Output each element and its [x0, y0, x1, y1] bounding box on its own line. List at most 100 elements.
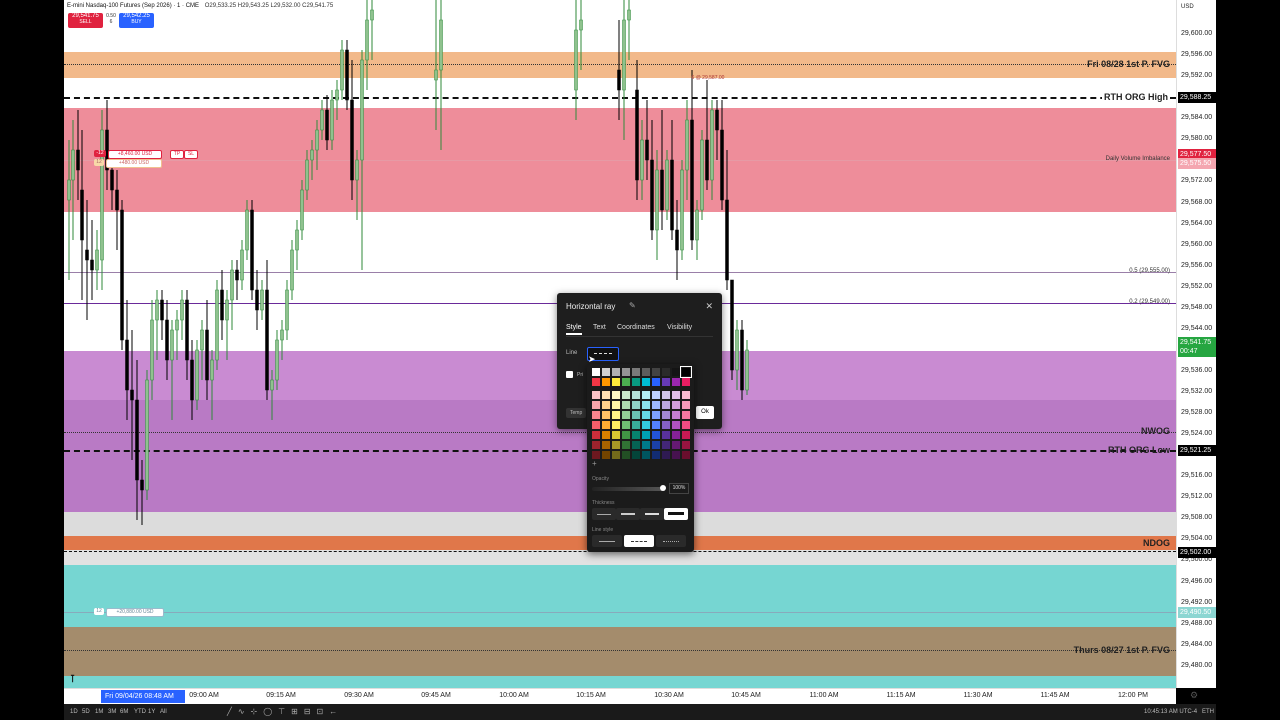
range-button[interactable]: 1M	[95, 709, 103, 715]
add-custom-color-button[interactable]: +	[592, 459, 597, 468]
color-swatch[interactable]	[622, 421, 630, 429]
color-swatch[interactable]	[642, 441, 650, 449]
color-swatch[interactable]	[642, 391, 650, 399]
settings-gear-icon[interactable]: ⚙	[1190, 690, 1198, 701]
line-style-solid-button[interactable]	[592, 535, 622, 547]
color-swatch[interactable]	[662, 391, 670, 399]
sl-button[interactable]: SL	[184, 150, 198, 159]
currency-label[interactable]: USD	[1181, 4, 1194, 10]
color-swatch[interactable]	[672, 441, 680, 449]
color-swatch[interactable]	[682, 451, 690, 459]
color-swatch[interactable]	[632, 451, 640, 459]
color-swatch[interactable]	[612, 401, 620, 409]
color-swatch[interactable]	[602, 391, 610, 399]
color-swatch[interactable]	[662, 431, 670, 439]
position-qty[interactable]: -12	[94, 150, 106, 157]
color-swatch[interactable]	[662, 421, 670, 429]
color-swatch[interactable]	[612, 378, 620, 386]
line-style-dotted-button[interactable]	[656, 535, 686, 547]
color-swatch[interactable]	[672, 391, 680, 399]
color-swatch[interactable]	[612, 391, 620, 399]
color-swatch[interactable]	[652, 378, 660, 386]
tp-qty[interactable]: 12	[94, 159, 104, 166]
tab-text[interactable]: Text	[593, 324, 606, 331]
color-swatch[interactable]	[652, 421, 660, 429]
color-swatch[interactable]	[612, 441, 620, 449]
edit-pencil-icon[interactable]: ✎	[629, 301, 636, 310]
range-button[interactable]: 6M	[120, 709, 128, 715]
color-swatch[interactable]	[632, 431, 640, 439]
price-axis[interactable]: USD 29,600.00 29,596.00 29,592.00 29,584.00…	[1176, 0, 1217, 688]
color-swatch[interactable]	[662, 411, 670, 419]
color-swatch[interactable]	[652, 391, 660, 399]
thickness-3-button[interactable]	[640, 508, 664, 520]
symbol-title[interactable]: E-mini Nasdaq-100 Futures (Sep 2026) · 1…	[67, 3, 199, 9]
color-swatch[interactable]	[622, 431, 630, 439]
close-icon[interactable]: ✕	[705, 301, 713, 312]
opacity-slider[interactable]	[592, 485, 666, 491]
buy-button[interactable]: 29,542.25 BUY	[119, 13, 154, 28]
color-swatch[interactable]	[662, 451, 670, 459]
time-axis[interactable]: Fri 09/04/26 08:48 AM 09:00 AM 09:15 AM 09…	[64, 688, 1176, 705]
color-swatch[interactable]	[662, 441, 670, 449]
color-swatch[interactable]	[602, 401, 610, 409]
color-swatch[interactable]	[632, 421, 640, 429]
range-button[interactable]: All	[160, 709, 167, 715]
color-swatch[interactable]	[672, 401, 680, 409]
range-button[interactable]: 5D	[82, 709, 90, 715]
color-swatch[interactable]	[632, 401, 640, 409]
tv-logo-icon[interactable]: ⊺	[70, 674, 75, 685]
gray-swatch[interactable]	[652, 368, 660, 376]
color-swatch[interactable]	[622, 411, 630, 419]
range-button[interactable]: YTD	[134, 709, 146, 715]
sell-button[interactable]: 29,541.75 SELL	[68, 13, 103, 28]
color-swatch[interactable]	[632, 378, 640, 386]
color-swatch[interactable]	[612, 431, 620, 439]
color-swatch[interactable]	[592, 421, 600, 429]
color-swatch[interactable]	[682, 441, 690, 449]
color-swatch[interactable]	[622, 378, 630, 386]
color-swatch[interactable]	[602, 431, 610, 439]
utc-clock[interactable]: 10:45:13 AM UTC-4	[1144, 709, 1197, 715]
color-swatch[interactable]	[642, 378, 650, 386]
color-swatch[interactable]	[642, 421, 650, 429]
gray-swatch[interactable]	[680, 366, 692, 378]
thickness-2-button[interactable]	[616, 508, 640, 520]
color-swatch[interactable]	[652, 411, 660, 419]
gray-swatch[interactable]	[642, 368, 650, 376]
color-swatch[interactable]	[612, 411, 620, 419]
gray-swatch[interactable]	[612, 368, 620, 376]
color-swatch[interactable]	[632, 391, 640, 399]
sl-qty[interactable]: 12	[94, 608, 104, 615]
color-swatch[interactable]	[592, 391, 600, 399]
color-swatch[interactable]	[672, 431, 680, 439]
tab-visibility[interactable]: Visibility	[667, 324, 692, 331]
color-swatch[interactable]	[642, 411, 650, 419]
color-swatch[interactable]	[672, 451, 680, 459]
template-button[interactable]: Temp	[566, 408, 587, 418]
color-swatch[interactable]	[652, 451, 660, 459]
color-swatch[interactable]	[672, 421, 680, 429]
color-swatch[interactable]	[662, 401, 670, 409]
color-swatch[interactable]	[592, 451, 600, 459]
color-swatch[interactable]	[612, 451, 620, 459]
gray-swatch[interactable]	[672, 368, 680, 376]
color-swatch[interactable]	[652, 431, 660, 439]
color-swatch[interactable]	[642, 401, 650, 409]
color-swatch[interactable]	[602, 421, 610, 429]
color-swatch[interactable]	[662, 378, 670, 386]
color-swatch[interactable]	[602, 451, 610, 459]
color-swatch[interactable]	[622, 451, 630, 459]
thickness-4-button[interactable]	[664, 508, 688, 520]
gray-swatch[interactable]	[592, 368, 600, 376]
gray-swatch[interactable]	[602, 368, 610, 376]
color-swatch[interactable]	[602, 378, 610, 386]
opacity-value[interactable]: 100%	[669, 483, 689, 494]
color-swatch[interactable]	[642, 431, 650, 439]
opacity-slider-handle[interactable]	[660, 485, 666, 491]
color-swatch[interactable]	[592, 441, 600, 449]
color-swatch[interactable]	[622, 441, 630, 449]
color-swatch[interactable]	[682, 431, 690, 439]
color-swatch[interactable]	[612, 421, 620, 429]
color-swatch[interactable]	[622, 391, 630, 399]
